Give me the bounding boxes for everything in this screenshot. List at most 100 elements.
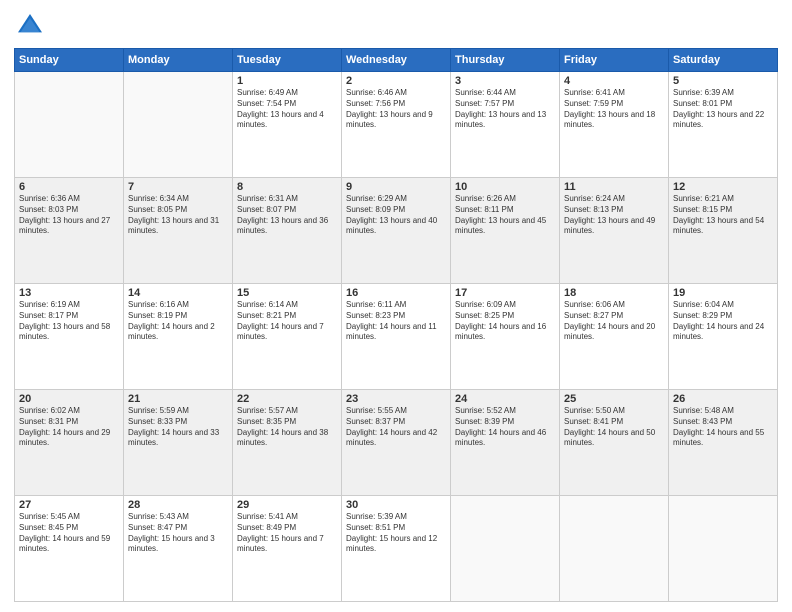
calendar-day-5: 5Sunrise: 6:39 AM Sunset: 8:01 PM Daylig… [669, 72, 778, 178]
calendar-week-row: 6Sunrise: 6:36 AM Sunset: 8:03 PM Daylig… [15, 178, 778, 284]
calendar-day-4: 4Sunrise: 6:41 AM Sunset: 7:59 PM Daylig… [560, 72, 669, 178]
calendar-header-sunday: Sunday [15, 49, 124, 72]
day-number: 26 [673, 393, 773, 405]
day-number: 12 [673, 181, 773, 193]
calendar-header-tuesday: Tuesday [233, 49, 342, 72]
day-info: Sunrise: 6:49 AM Sunset: 7:54 PM Dayligh… [237, 88, 337, 131]
calendar-day-24: 24Sunrise: 5:52 AM Sunset: 8:39 PM Dayli… [451, 390, 560, 496]
calendar-day-28: 28Sunrise: 5:43 AM Sunset: 8:47 PM Dayli… [124, 496, 233, 602]
day-number: 6 [19, 181, 119, 193]
calendar-day-29: 29Sunrise: 5:41 AM Sunset: 8:49 PM Dayli… [233, 496, 342, 602]
calendar-day-14: 14Sunrise: 6:16 AM Sunset: 8:19 PM Dayli… [124, 284, 233, 390]
day-info: Sunrise: 5:45 AM Sunset: 8:45 PM Dayligh… [19, 512, 119, 555]
calendar-week-row: 13Sunrise: 6:19 AM Sunset: 8:17 PM Dayli… [15, 284, 778, 390]
calendar-header-friday: Friday [560, 49, 669, 72]
day-info: Sunrise: 6:14 AM Sunset: 8:21 PM Dayligh… [237, 300, 337, 343]
calendar-day-2: 2Sunrise: 6:46 AM Sunset: 7:56 PM Daylig… [342, 72, 451, 178]
day-info: Sunrise: 6:24 AM Sunset: 8:13 PM Dayligh… [564, 194, 664, 237]
calendar-day-18: 18Sunrise: 6:06 AM Sunset: 8:27 PM Dayli… [560, 284, 669, 390]
logo-icon [14, 10, 46, 42]
calendar-header-saturday: Saturday [669, 49, 778, 72]
day-info: Sunrise: 5:39 AM Sunset: 8:51 PM Dayligh… [346, 512, 446, 555]
day-number: 1 [237, 75, 337, 87]
calendar-day-17: 17Sunrise: 6:09 AM Sunset: 8:25 PM Dayli… [451, 284, 560, 390]
calendar-day-23: 23Sunrise: 5:55 AM Sunset: 8:37 PM Dayli… [342, 390, 451, 496]
day-info: Sunrise: 6:02 AM Sunset: 8:31 PM Dayligh… [19, 406, 119, 449]
day-info: Sunrise: 6:31 AM Sunset: 8:07 PM Dayligh… [237, 194, 337, 237]
day-number: 5 [673, 75, 773, 87]
calendar-day-7: 7Sunrise: 6:34 AM Sunset: 8:05 PM Daylig… [124, 178, 233, 284]
day-info: Sunrise: 5:43 AM Sunset: 8:47 PM Dayligh… [128, 512, 228, 555]
calendar-day-22: 22Sunrise: 5:57 AM Sunset: 8:35 PM Dayli… [233, 390, 342, 496]
day-number: 14 [128, 287, 228, 299]
calendar-day-27: 27Sunrise: 5:45 AM Sunset: 8:45 PM Dayli… [15, 496, 124, 602]
day-info: Sunrise: 6:36 AM Sunset: 8:03 PM Dayligh… [19, 194, 119, 237]
day-number: 17 [455, 287, 555, 299]
day-info: Sunrise: 5:52 AM Sunset: 8:39 PM Dayligh… [455, 406, 555, 449]
day-info: Sunrise: 5:48 AM Sunset: 8:43 PM Dayligh… [673, 406, 773, 449]
day-info: Sunrise: 6:46 AM Sunset: 7:56 PM Dayligh… [346, 88, 446, 131]
day-info: Sunrise: 6:29 AM Sunset: 8:09 PM Dayligh… [346, 194, 446, 237]
calendar-empty-cell [124, 72, 233, 178]
calendar-empty-cell [451, 496, 560, 602]
calendar-header-monday: Monday [124, 49, 233, 72]
day-info: Sunrise: 6:04 AM Sunset: 8:29 PM Dayligh… [673, 300, 773, 343]
calendar-table: SundayMondayTuesdayWednesdayThursdayFrid… [14, 48, 778, 602]
day-number: 7 [128, 181, 228, 193]
calendar-day-21: 21Sunrise: 5:59 AM Sunset: 8:33 PM Dayli… [124, 390, 233, 496]
day-info: Sunrise: 6:09 AM Sunset: 8:25 PM Dayligh… [455, 300, 555, 343]
page: SundayMondayTuesdayWednesdayThursdayFrid… [0, 0, 792, 612]
day-info: Sunrise: 6:16 AM Sunset: 8:19 PM Dayligh… [128, 300, 228, 343]
day-info: Sunrise: 6:26 AM Sunset: 8:11 PM Dayligh… [455, 194, 555, 237]
day-number: 13 [19, 287, 119, 299]
day-info: Sunrise: 6:21 AM Sunset: 8:15 PM Dayligh… [673, 194, 773, 237]
day-info: Sunrise: 6:34 AM Sunset: 8:05 PM Dayligh… [128, 194, 228, 237]
day-number: 20 [19, 393, 119, 405]
day-number: 4 [564, 75, 664, 87]
calendar-day-11: 11Sunrise: 6:24 AM Sunset: 8:13 PM Dayli… [560, 178, 669, 284]
day-info: Sunrise: 6:06 AM Sunset: 8:27 PM Dayligh… [564, 300, 664, 343]
calendar-day-19: 19Sunrise: 6:04 AM Sunset: 8:29 PM Dayli… [669, 284, 778, 390]
day-number: 28 [128, 499, 228, 511]
calendar-day-15: 15Sunrise: 6:14 AM Sunset: 8:21 PM Dayli… [233, 284, 342, 390]
calendar-day-12: 12Sunrise: 6:21 AM Sunset: 8:15 PM Dayli… [669, 178, 778, 284]
calendar-day-13: 13Sunrise: 6:19 AM Sunset: 8:17 PM Dayli… [15, 284, 124, 390]
calendar-empty-cell [669, 496, 778, 602]
calendar-day-16: 16Sunrise: 6:11 AM Sunset: 8:23 PM Dayli… [342, 284, 451, 390]
calendar-day-6: 6Sunrise: 6:36 AM Sunset: 8:03 PM Daylig… [15, 178, 124, 284]
day-info: Sunrise: 6:44 AM Sunset: 7:57 PM Dayligh… [455, 88, 555, 131]
logo [14, 10, 50, 42]
day-number: 16 [346, 287, 446, 299]
calendar-day-10: 10Sunrise: 6:26 AM Sunset: 8:11 PM Dayli… [451, 178, 560, 284]
calendar-week-row: 1Sunrise: 6:49 AM Sunset: 7:54 PM Daylig… [15, 72, 778, 178]
day-number: 30 [346, 499, 446, 511]
calendar-day-9: 9Sunrise: 6:29 AM Sunset: 8:09 PM Daylig… [342, 178, 451, 284]
day-number: 19 [673, 287, 773, 299]
day-number: 10 [455, 181, 555, 193]
day-number: 3 [455, 75, 555, 87]
day-number: 22 [237, 393, 337, 405]
day-number: 15 [237, 287, 337, 299]
day-number: 8 [237, 181, 337, 193]
calendar-day-30: 30Sunrise: 5:39 AM Sunset: 8:51 PM Dayli… [342, 496, 451, 602]
calendar-day-25: 25Sunrise: 5:50 AM Sunset: 8:41 PM Dayli… [560, 390, 669, 496]
calendar-week-row: 20Sunrise: 6:02 AM Sunset: 8:31 PM Dayli… [15, 390, 778, 496]
day-number: 25 [564, 393, 664, 405]
header [14, 10, 778, 42]
day-info: Sunrise: 5:50 AM Sunset: 8:41 PM Dayligh… [564, 406, 664, 449]
calendar-header-wednesday: Wednesday [342, 49, 451, 72]
day-number: 9 [346, 181, 446, 193]
calendar-empty-cell [15, 72, 124, 178]
day-number: 2 [346, 75, 446, 87]
day-info: Sunrise: 6:19 AM Sunset: 8:17 PM Dayligh… [19, 300, 119, 343]
day-number: 23 [346, 393, 446, 405]
calendar-day-20: 20Sunrise: 6:02 AM Sunset: 8:31 PM Dayli… [15, 390, 124, 496]
calendar-header-thursday: Thursday [451, 49, 560, 72]
day-number: 29 [237, 499, 337, 511]
day-info: Sunrise: 6:41 AM Sunset: 7:59 PM Dayligh… [564, 88, 664, 131]
calendar-empty-cell [560, 496, 669, 602]
day-info: Sunrise: 5:57 AM Sunset: 8:35 PM Dayligh… [237, 406, 337, 449]
day-info: Sunrise: 5:59 AM Sunset: 8:33 PM Dayligh… [128, 406, 228, 449]
calendar-header-row: SundayMondayTuesdayWednesdayThursdayFrid… [15, 49, 778, 72]
day-number: 21 [128, 393, 228, 405]
